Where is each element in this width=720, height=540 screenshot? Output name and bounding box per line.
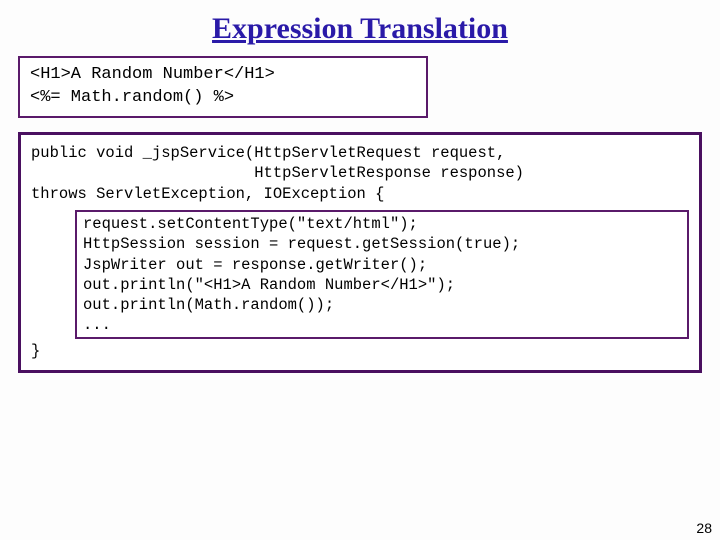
- jsp-line-2: <%= Math.random() %>: [30, 87, 416, 110]
- jsp-line-1: <H1>A Random Number</H1>: [30, 64, 416, 87]
- servlet-output-box: public void _jspService(HttpServletReque…: [18, 132, 702, 373]
- slide-title: Expression Translation: [18, 12, 702, 46]
- jsp-source-box: <H1>A Random Number</H1> <%= Math.random…: [18, 56, 428, 118]
- page-number: 28: [696, 520, 712, 536]
- servlet-signature: public void _jspService(HttpServletReque…: [31, 143, 689, 204]
- servlet-body-box: request.setContentType("text/html"); Htt…: [75, 210, 689, 339]
- servlet-close-brace: }: [31, 341, 689, 361]
- servlet-body: request.setContentType("text/html"); Htt…: [83, 214, 681, 335]
